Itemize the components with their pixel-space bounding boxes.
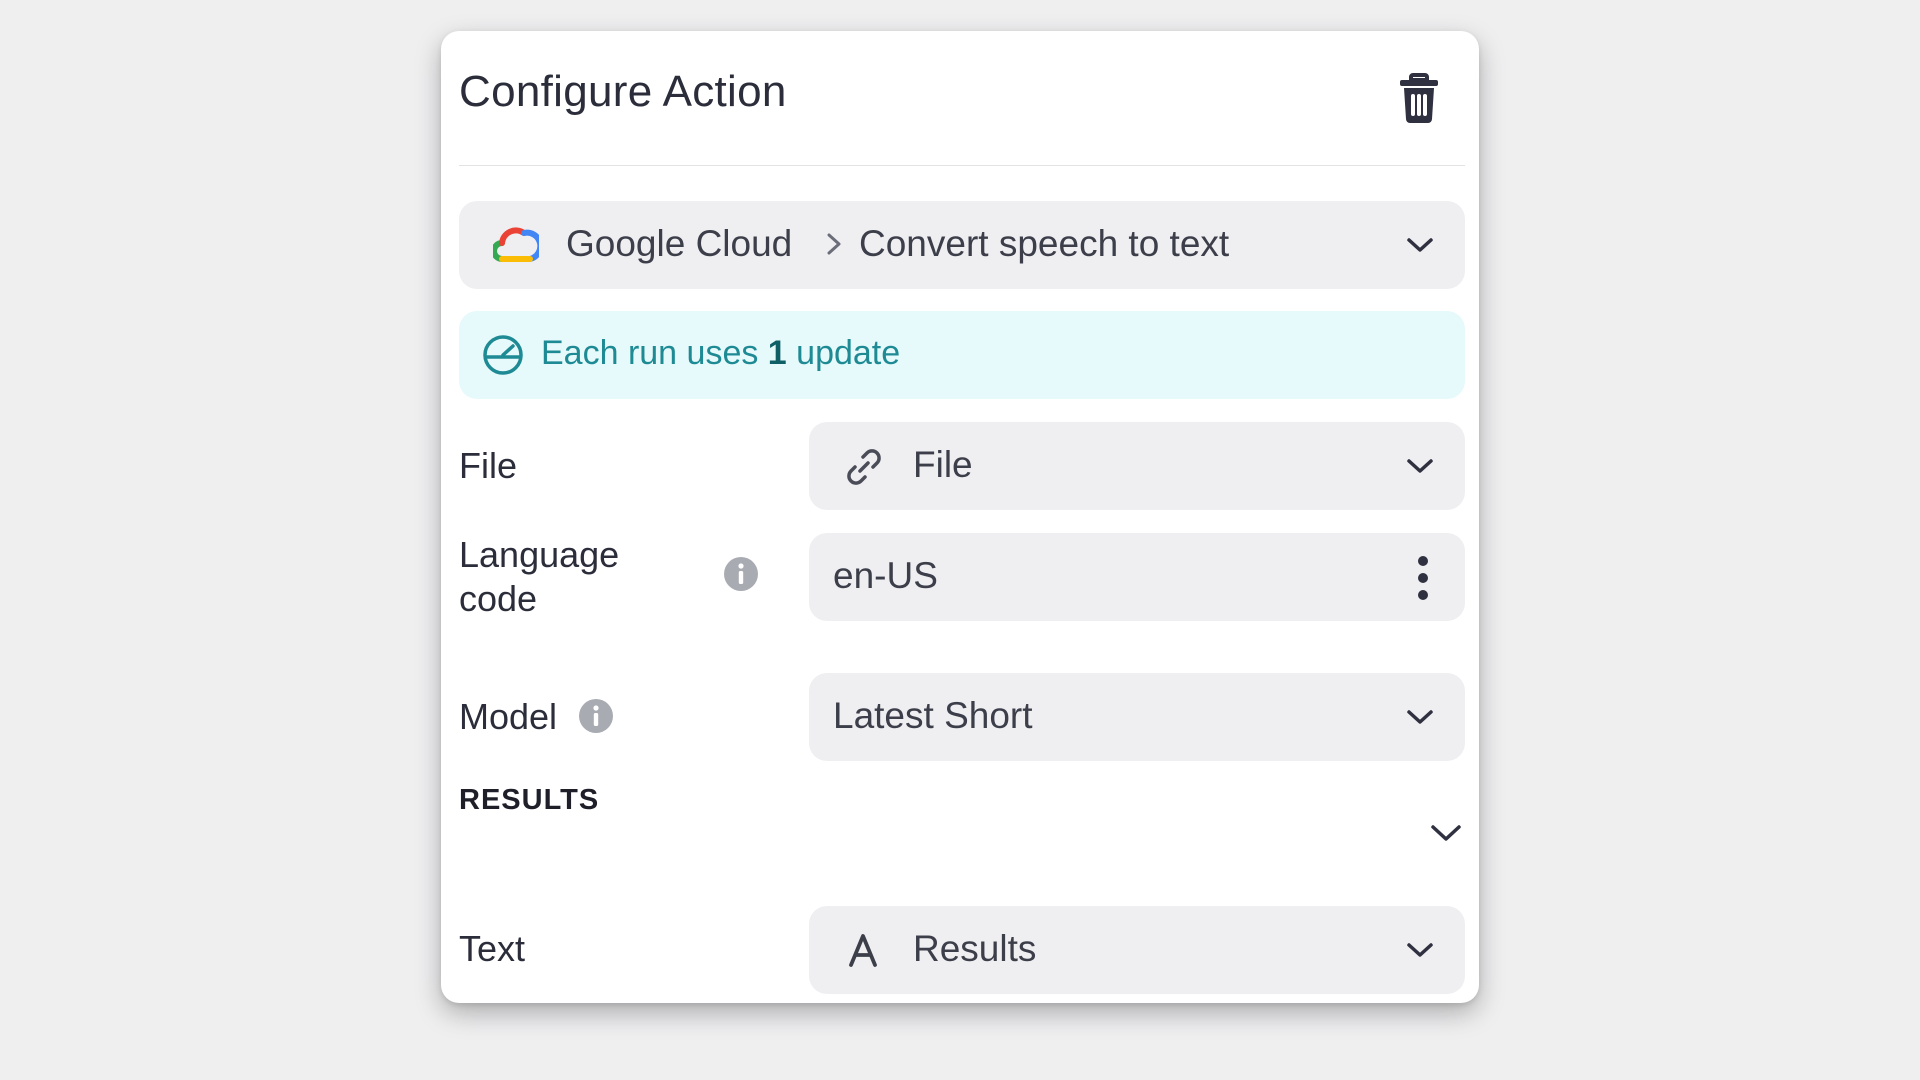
language-code-input[interactable]: en-US (809, 533, 1465, 621)
trash-icon (1400, 73, 1438, 123)
chevron-down-icon (1407, 238, 1433, 252)
file-label: File (459, 445, 518, 486)
link-icon (847, 449, 881, 485)
usage-gauge-icon (483, 335, 523, 375)
info-icon[interactable] (723, 556, 759, 592)
file-select[interactable]: File (809, 422, 1465, 510)
chevron-right-icon (827, 233, 841, 255)
usage-text-suffix: update (786, 334, 901, 372)
delete-action-button[interactable] (1393, 69, 1445, 127)
more-options-icon[interactable] (1417, 555, 1429, 601)
chevron-down-icon (1407, 459, 1433, 473)
language-code-label-line1: Language (459, 534, 620, 575)
chevron-down-icon[interactable] (1429, 821, 1463, 845)
file-value: File (913, 444, 973, 485)
model-label: Model (459, 696, 558, 737)
google-cloud-icon (493, 227, 539, 262)
text-result-value: Results (913, 928, 1037, 969)
text-type-icon (849, 934, 877, 967)
configure-action-panel: Configure Action Google Cloud Convert sp… (441, 31, 1479, 1003)
chevron-down-icon (1407, 710, 1433, 724)
language-code-label-line2: code (459, 578, 538, 619)
usage-info-banner: Each run uses 1 update (459, 311, 1465, 399)
usage-text: Each run uses 1 update (541, 334, 900, 373)
language-code-label: Language code (459, 533, 619, 621)
action-name: Convert speech to text (859, 223, 1230, 264)
page-title: Configure Action (459, 67, 787, 116)
usage-count: 1 (767, 334, 787, 372)
panel-header: Configure Action (459, 31, 1465, 166)
language-code-value: en-US (833, 555, 938, 596)
text-label: Text (459, 928, 526, 969)
app-action-selector[interactable]: Google Cloud Convert speech to text (459, 201, 1465, 289)
info-icon[interactable] (578, 698, 614, 734)
results-section-title: RESULTS (459, 784, 600, 816)
chevron-down-icon (1407, 943, 1433, 957)
model-select[interactable]: Latest Short (809, 673, 1465, 761)
text-result-select[interactable]: Results (809, 906, 1465, 994)
model-value: Latest Short (833, 695, 1033, 736)
app-name: Google Cloud (566, 223, 793, 264)
usage-text-prefix: Each run uses (541, 334, 768, 372)
